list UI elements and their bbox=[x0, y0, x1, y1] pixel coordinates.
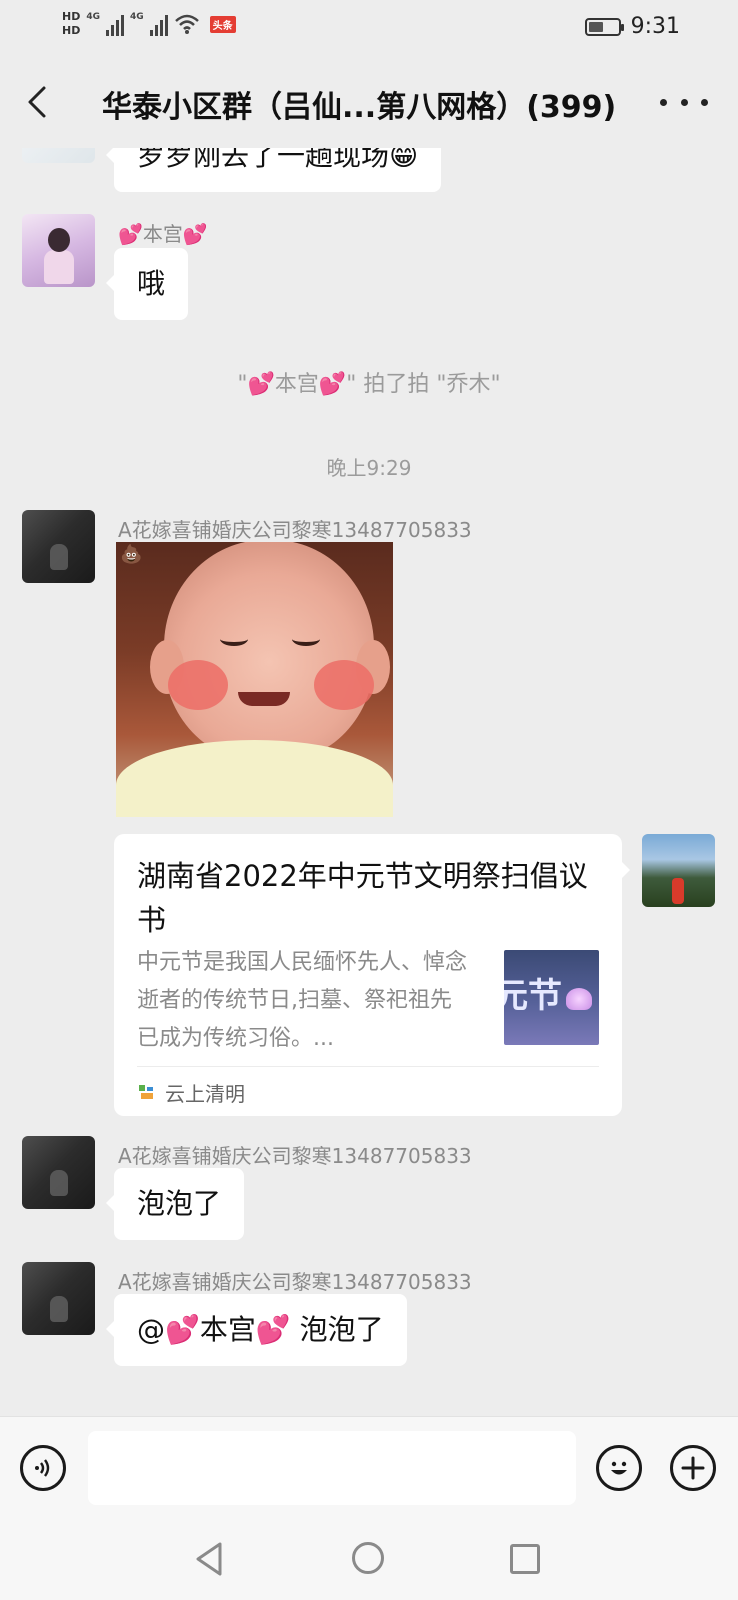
battery-icon bbox=[584, 17, 624, 36]
chat-header: 华泰小区群（吕仙...第八网格）(399) bbox=[0, 60, 738, 148]
sender-name: A花嫁喜铺婚庆公司黎寒13487705833 bbox=[118, 1144, 472, 1168]
toutiao-badge: 头条 bbox=[209, 15, 236, 33]
heart-emoji: 💕 bbox=[165, 1313, 200, 1346]
pat-notice: "💕本宫💕" 拍了拍 "乔木" bbox=[0, 366, 738, 398]
network-type-2: 4G bbox=[130, 12, 144, 22]
pat-text: " 拍了拍 "乔木" bbox=[346, 372, 501, 397]
back-arrow-icon[interactable] bbox=[20, 82, 60, 122]
message-text: 哦 bbox=[137, 267, 166, 300]
message-bubble[interactable]: 泡泡了 bbox=[105, 1168, 245, 1240]
network-type-1: 4G bbox=[86, 12, 100, 22]
status-left: HD HD 4G 4G 头条 bbox=[62, 10, 236, 38]
hd-indicator: HD HD bbox=[62, 10, 80, 38]
pat-name: 本宫 bbox=[274, 372, 319, 397]
battery-fill bbox=[588, 21, 603, 32]
emoji-icon[interactable] bbox=[596, 1445, 642, 1491]
signal-icon-1 bbox=[106, 12, 124, 36]
link-card[interactable]: 湖南省2022年中元节文明祭扫倡议书 中元节是我国人民缅怀先人、悼念逝者的传统节… bbox=[114, 834, 630, 1116]
message-text: 泡泡了 bbox=[137, 1187, 222, 1220]
sticker-cheek bbox=[314, 660, 374, 710]
message-bubble[interactable]: 哦 bbox=[105, 248, 189, 320]
avatar[interactable] bbox=[22, 1136, 95, 1209]
signal-icon-2 bbox=[149, 12, 168, 36]
hd-label-2: HD bbox=[62, 24, 81, 37]
heart-emoji: 💕 bbox=[255, 1313, 291, 1346]
card-divider bbox=[137, 1066, 599, 1067]
thumbnail-text: 元节 bbox=[504, 976, 562, 1016]
heart-emoji: 💕 bbox=[247, 372, 275, 397]
my-avatar[interactable] bbox=[642, 834, 715, 907]
lotus-graphic bbox=[566, 988, 592, 1010]
sticker-shirt bbox=[116, 740, 393, 817]
mention-name: 本宫 bbox=[199, 1313, 256, 1346]
sticker-cheek bbox=[168, 660, 228, 710]
message-input[interactable] bbox=[88, 1431, 576, 1505]
link-card-thumbnail: 元节 bbox=[504, 950, 599, 1045]
plus-icon[interactable] bbox=[670, 1445, 716, 1491]
avatar[interactable] bbox=[22, 148, 95, 163]
mention-at: @ bbox=[137, 1313, 165, 1346]
more-options-icon[interactable] bbox=[660, 82, 708, 122]
message-bubble[interactable]: @💕本宫💕 泡泡了 bbox=[106, 1294, 407, 1366]
link-card-title: 湖南省2022年中元节文明祭扫倡议书 bbox=[137, 859, 588, 937]
sticker-eye bbox=[292, 632, 320, 646]
avatar[interactable] bbox=[22, 1262, 95, 1335]
status-time: 9:31 bbox=[630, 14, 680, 39]
sticker-face bbox=[150, 542, 390, 762]
message-text: 罗罗刚去了一趟现场😁 bbox=[137, 148, 419, 172]
chat-title: 华泰小区群（吕仙...第八网格）(399) bbox=[102, 90, 617, 125]
pat-quote: " bbox=[237, 372, 248, 397]
sticker-eye bbox=[220, 632, 248, 646]
heart-emoji: 💕 bbox=[318, 372, 347, 397]
link-card-source: 云上清明 bbox=[137, 1078, 245, 1107]
nav-recent-apps-icon[interactable] bbox=[510, 1544, 540, 1574]
sender-label: 本宫 bbox=[142, 222, 183, 246]
status-bar: HD HD 4G 4G 头条 9:31 bbox=[0, 0, 738, 60]
message-bubble[interactable]: 罗罗刚去了一趟现场😁 bbox=[105, 148, 442, 192]
source-name: 云上清明 bbox=[165, 1082, 245, 1106]
chat-timestamp: 晚上9:29 bbox=[326, 456, 412, 480]
input-bar bbox=[0, 1416, 738, 1521]
chat-area[interactable]: 罗罗刚去了一趟现场😁 💕本宫💕 哦 "💕本宫💕" 拍了拍 "乔木" 晚上9:29… bbox=[0, 148, 738, 1416]
nav-back-icon[interactable] bbox=[192, 1540, 226, 1578]
status-right: 9:31 bbox=[584, 14, 680, 39]
voice-icon[interactable] bbox=[20, 1445, 66, 1491]
wifi-icon bbox=[174, 14, 199, 34]
nav-home-icon[interactable] bbox=[352, 1542, 384, 1574]
hd-label-1: HD bbox=[62, 10, 81, 23]
sticker-mouth bbox=[238, 692, 290, 706]
avatar[interactable] bbox=[22, 510, 95, 583]
source-logo-icon bbox=[137, 1083, 157, 1103]
heart-emoji: 💕 bbox=[182, 222, 208, 246]
avatar[interactable] bbox=[22, 214, 95, 287]
system-navigation-bar bbox=[0, 1520, 738, 1600]
link-card-description: 中元节是我国人民缅怀先人、悼念逝者的传统节日,扫墓、祭祀祖先已成为传统习俗。..… bbox=[137, 950, 467, 1051]
message-text: 泡泡了 bbox=[290, 1313, 384, 1346]
sender-name: A花嫁喜铺婚庆公司黎寒13487705833 bbox=[118, 518, 472, 542]
sender-name: A花嫁喜铺婚庆公司黎寒13487705833 bbox=[118, 1270, 472, 1294]
sticker-image[interactable]: 💩 bbox=[116, 542, 393, 817]
sender-name: 💕本宫💕 bbox=[118, 218, 208, 247]
heart-emoji: 💕 bbox=[118, 222, 143, 246]
poop-emoji-badge: 💩 bbox=[120, 544, 143, 565]
